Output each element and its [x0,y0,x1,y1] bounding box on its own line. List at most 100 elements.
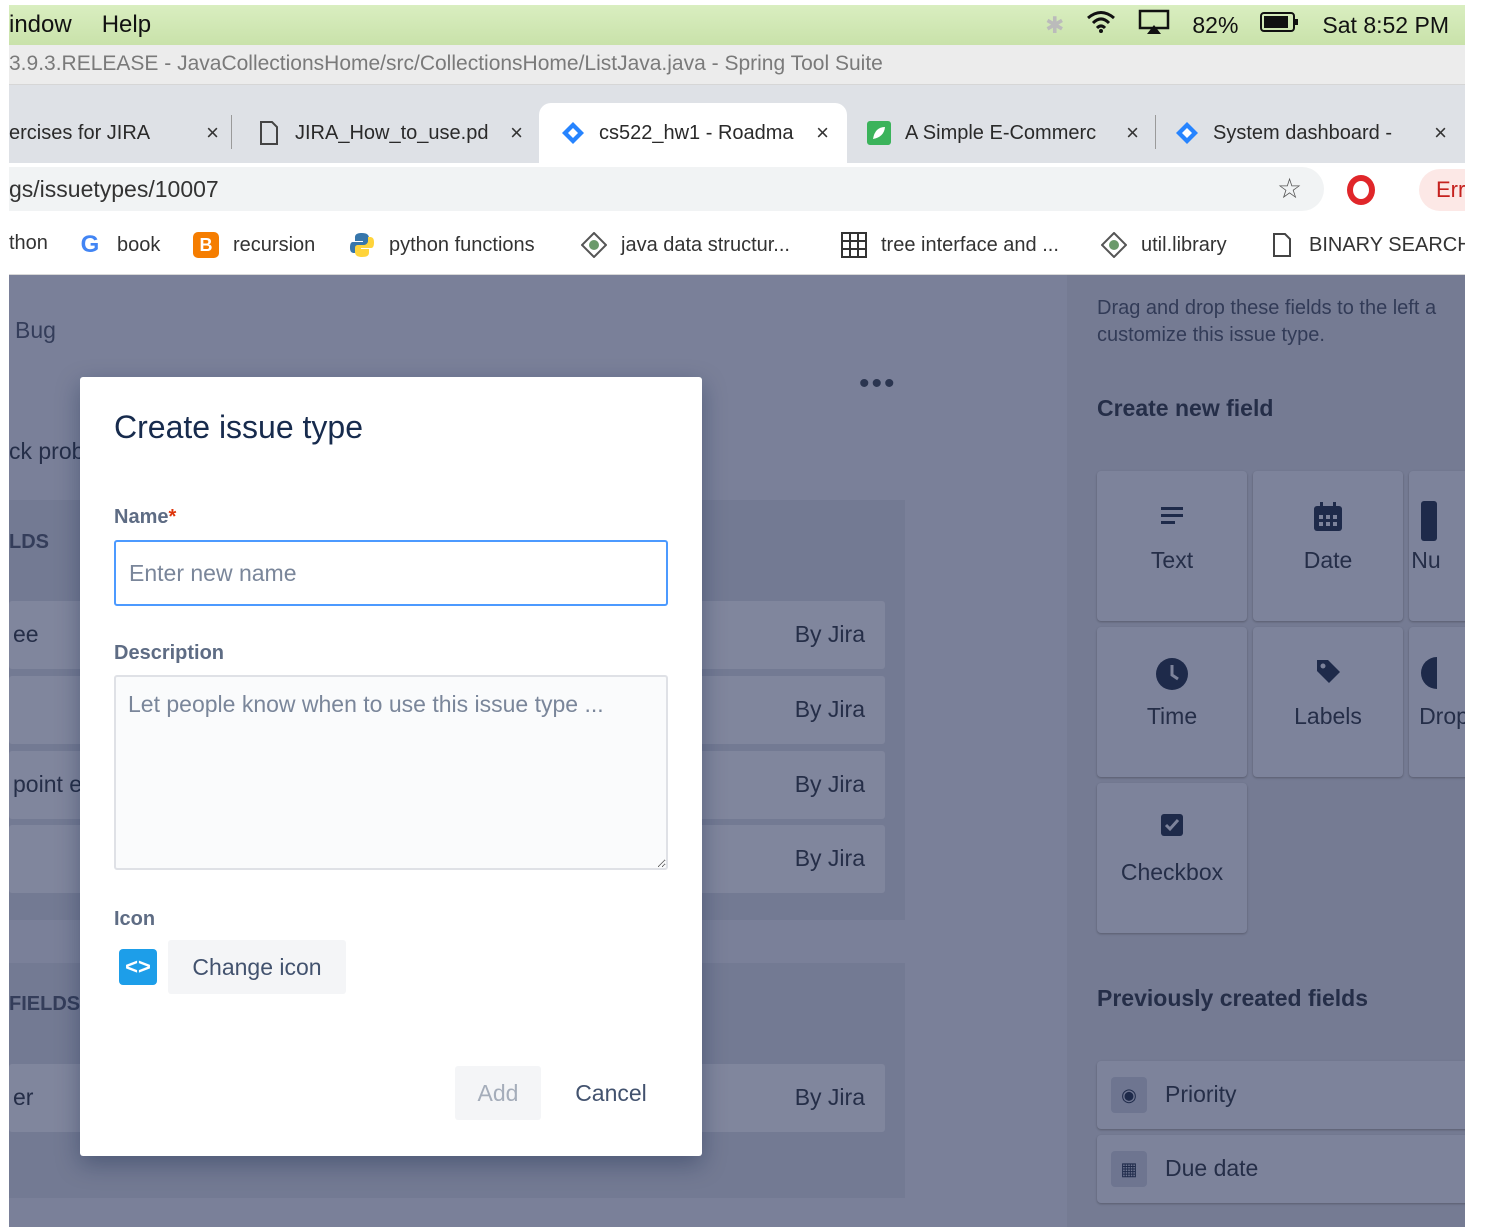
change-icon-button[interactable]: Change icon [168,940,346,994]
create-field-heading: Create new field [1097,395,1274,421]
bookmark-star-icon[interactable]: ☆ [1277,175,1302,203]
opera-extension-icon[interactable] [1347,175,1375,205]
bookmark-python-functions[interactable]: python functions [349,232,535,258]
wifi-icon[interactable] [1086,10,1116,40]
bookmark-label: thon [9,232,48,254]
blogger-icon: B [193,232,219,258]
bookmark-book[interactable]: G book [77,231,161,258]
window-title: 3.9.3.RELEASE - JavaCollectionsHome/src/… [9,45,1465,85]
field-row-source: By Jira [794,696,865,722]
bookmark-recursion[interactable]: B recursion [193,232,315,258]
status-area: ✱ 82% Sat 8:52 PM [1045,5,1449,45]
field-type-checkbox[interactable]: Checkbox [1097,783,1247,933]
previous-fields-heading: Previously created fields [1097,985,1369,1011]
tab-divider [1155,115,1156,149]
field-row-source: By Jira [794,845,865,871]
name-input[interactable] [114,540,668,606]
field-type-labels[interactable]: Labels [1253,627,1403,777]
description-textarea[interactable] [114,675,668,870]
document-icon [1269,232,1295,258]
bookmark-label: util.library [1141,233,1227,256]
leaf-icon [867,121,891,145]
field-type-label: Checkbox [1120,859,1224,885]
globe-icon [581,232,607,258]
icon-label: Icon [114,908,156,930]
screen: indow Help ✱ 82% Sat 8:52 PM 3.9.3.RELEA… [9,0,1465,1227]
cancel-button[interactable]: Cancel [558,1066,664,1120]
bluetooth-icon[interactable]: ✱ [1045,12,1064,39]
tab-label: cs522_hw1 - Roadma [599,121,794,144]
checkbox-icon [1097,813,1247,844]
bookmark-tree-interface[interactable]: tree interface and ... [841,232,1059,258]
tab-close-icon[interactable]: × [1126,120,1139,146]
bookmark-python[interactable]: thon [9,232,48,255]
bookmark-label: BINARY SEARCH [1309,233,1465,256]
priority-icon: ◉ [1111,1077,1147,1113]
error-profile-button[interactable]: Err [1419,169,1465,211]
previous-field-due-date[interactable]: ▦ Due date [1097,1135,1465,1203]
required-mark: * [168,506,177,528]
tab-jira-pdf[interactable]: JIRA_How_to_use.pd × [257,103,523,163]
globe-icon [1101,232,1127,258]
grid-icon [841,232,867,258]
bookmark-label: book [117,233,161,256]
tab-ecommerce[interactable]: A Simple E-Commerc × [867,103,1139,163]
add-button[interactable]: Add [455,1066,541,1120]
address-bar[interactable]: gs/issuetypes/10007 [9,167,1324,211]
menu-bar: indow Help ✱ 82% Sat 8:52 PM [9,5,1465,45]
jira-icon [1175,121,1199,145]
description-label: Description [114,642,225,664]
bookmark-binary-search[interactable]: BINARY SEARCH [1269,232,1465,258]
calendar-icon: ▦ [1111,1151,1147,1187]
tab-close-icon[interactable]: × [1434,120,1447,146]
document-icon [257,121,281,145]
name-label: Name* [114,506,176,529]
battery-percent[interactable]: 82% [1192,12,1238,39]
field-row-source: By Jira [794,621,865,647]
bookmark-label: java data structur... [621,233,790,256]
google-icon: G [80,231,100,258]
airplay-icon[interactable] [1138,9,1170,41]
previous-field-label: Due date [1165,1155,1259,1181]
field-row-source: By Jira [794,771,865,797]
field-type-dropdown[interactable]: Drop [1409,627,1465,777]
tab-label: JIRA_How_to_use.pd [295,121,489,144]
code-icon: <> [119,949,157,985]
description-fragment: ck prob [9,438,85,464]
menu-help[interactable]: Help [102,11,151,39]
field-row-label: point e [13,771,83,797]
python-icon [349,232,375,258]
bookmark-java-data-structures[interactable]: java data structur... [581,232,790,258]
field-row-label: er [13,1084,34,1110]
menu-window[interactable]: indow [9,11,72,39]
field-type-text[interactable]: Text [1097,471,1247,621]
field-type-label: Drop [1419,703,1465,729]
tab-label: System dashboard - [1213,121,1392,144]
create-issue-type-dialog: Create issue type Name* Description Icon… [80,377,702,1156]
tab-close-icon[interactable]: × [510,120,523,146]
bookmark-label: tree interface and ... [881,233,1059,256]
name-label-text: Name [114,506,169,528]
bookmark-util-library[interactable]: util.library [1101,232,1227,258]
tab-close-icon[interactable]: × [206,120,219,146]
previous-field-priority[interactable]: ◉ Priority [1097,1061,1465,1129]
palette-help-text: Drag and drop these fields to the left a… [1097,297,1437,346]
field-type-time[interactable]: Time [1097,627,1247,777]
field-type-label: Nu [1411,547,1441,573]
field-type-label: Time [1146,703,1198,729]
battery-icon[interactable] [1260,11,1300,39]
tab-divider [231,115,232,149]
section-heading-fields: LDS [9,531,49,553]
clock-icon [1097,657,1247,698]
tab-strip: ercises for JIRA × JIRA_How_to_use.pd × … [9,85,1465,163]
section-heading-context-fields: FIELDS [9,993,81,1015]
tab-close-icon[interactable]: × [816,120,829,146]
more-actions-icon: ••• [859,367,897,400]
toolbar: gs/issuetypes/10007 ☆ Err [9,163,1465,215]
tab-system-dashboard[interactable]: System dashboard - × [1175,103,1447,163]
tab-cs522-roadmap[interactable]: cs522_hw1 - Roadma × [539,103,847,163]
tab-jira-exercises[interactable]: ercises for JIRA × [9,103,219,163]
field-type-number[interactable]: Nu [1409,471,1465,621]
field-palette: Drag and drop these fields to the left a… [1067,275,1465,1227]
clock[interactable]: Sat 8:52 PM [1322,12,1449,39]
